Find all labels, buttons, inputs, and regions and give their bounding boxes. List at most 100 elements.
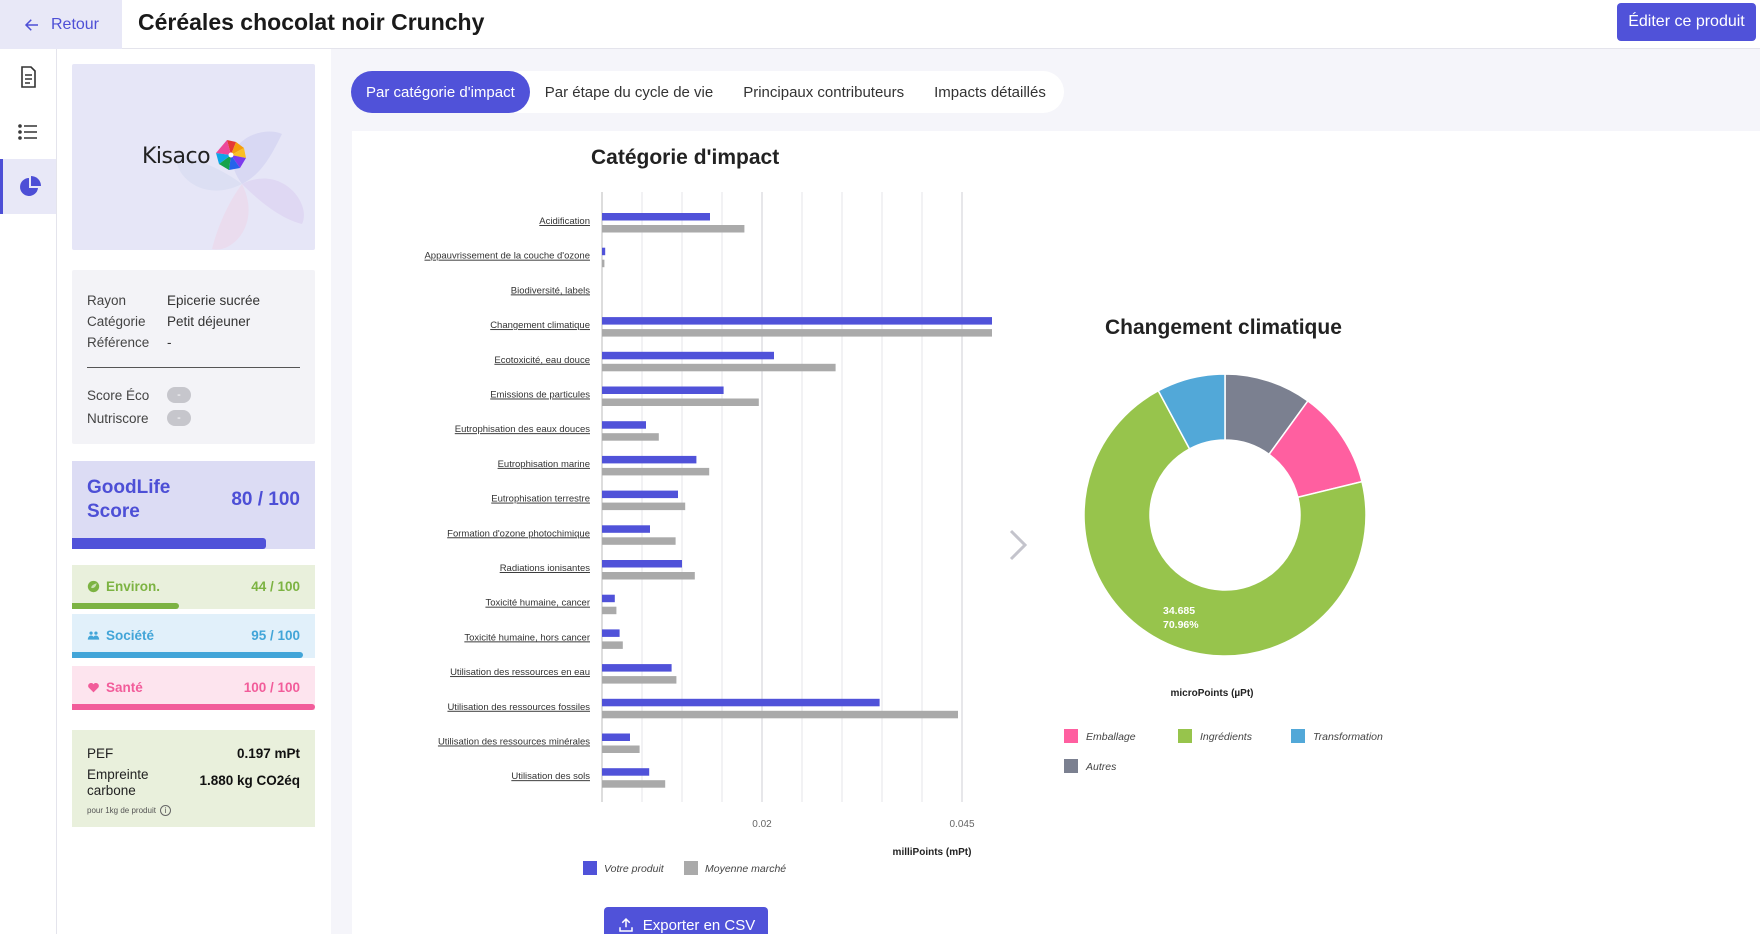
goodlife-score: 80 / 100 xyxy=(231,489,300,510)
legend-swatch xyxy=(1178,729,1192,743)
chevron-right-icon[interactable] xyxy=(1007,528,1029,562)
nav-document[interactable] xyxy=(0,49,56,104)
pie-chart-icon xyxy=(19,175,41,196)
bar-product xyxy=(602,455,697,464)
bar-market xyxy=(602,259,605,268)
category-label[interactable]: Eutrophisation des eaux douces xyxy=(455,424,590,435)
info-categorie: Catégorie Petit déjeuner xyxy=(87,314,251,329)
bar-market xyxy=(602,676,677,684)
page-title: Céréales chocolat noir Crunchy xyxy=(138,9,485,35)
export-csv-button[interactable]: Exporter en CSV xyxy=(604,907,768,934)
bar-market xyxy=(602,363,836,372)
category-label[interactable]: Utilisation des ressources minérales xyxy=(438,737,590,748)
bar-market xyxy=(602,537,676,545)
bar-market xyxy=(602,398,759,406)
bar-market xyxy=(602,745,640,753)
slice-value-label: 34.685 xyxy=(1163,605,1195,617)
icon-sidebar xyxy=(0,49,57,934)
category-label[interactable]: Ecotoxicité, eau douce xyxy=(494,355,590,366)
category-label[interactable]: Toxicité humaine, hors cancer xyxy=(464,632,590,643)
category-label[interactable]: Biodiversité, labels xyxy=(511,285,590,296)
view-tabs: Par catégorie d'impact Par étape du cycl… xyxy=(351,71,1064,113)
category-label[interactable]: Utilisation des ressources fossiles xyxy=(447,702,590,713)
nav-charts[interactable] xyxy=(0,159,56,214)
legend-swatch xyxy=(1064,759,1078,773)
bar-market xyxy=(602,225,745,233)
society-progress-bar xyxy=(72,652,303,658)
bar-product xyxy=(602,768,650,776)
category-label[interactable]: Eutrophisation terrestre xyxy=(491,494,590,505)
tab-impact-category[interactable]: Par catégorie d'impact xyxy=(351,71,530,113)
top-bar: Retour Céréales chocolat noir Crunchy Éd… xyxy=(0,0,1760,49)
bar-market xyxy=(602,433,659,441)
tab-life-cycle[interactable]: Par étape du cycle de vie xyxy=(530,71,728,113)
category-label[interactable]: Emissions de particules xyxy=(490,390,590,401)
legend-label: Ingrédients xyxy=(1200,731,1253,743)
score-eco-badge: - xyxy=(167,387,191,403)
society-label: Société xyxy=(106,628,155,643)
info-rayon: Rayon Epicerie sucrée xyxy=(87,293,261,308)
bar-market xyxy=(602,467,710,476)
x-axis-label: microPoints (µPt) xyxy=(1171,688,1254,699)
people-icon xyxy=(87,631,100,640)
category-label[interactable]: Acidification xyxy=(539,216,590,227)
arrow-left-icon xyxy=(24,18,38,31)
pie-chart-title: Changement climatique xyxy=(1105,316,1342,339)
tab-detailed-impacts[interactable]: Impacts détaillés xyxy=(919,71,1061,113)
leaf-icon xyxy=(87,580,100,593)
slice-percent-label: 70.96% xyxy=(1163,619,1199,631)
health-label: Santé xyxy=(106,680,143,695)
bar-market xyxy=(602,780,666,788)
category-label[interactable]: Utilisation des sols xyxy=(511,771,590,782)
health-score-card: Santé 100 / 100 xyxy=(72,666,315,710)
bar-market xyxy=(602,710,958,719)
category-label[interactable]: Formation d'ozone photochimique xyxy=(447,528,590,539)
environment-label: Environ. xyxy=(106,579,161,594)
bar-product xyxy=(602,386,724,394)
bar-product xyxy=(602,698,880,707)
edit-product-button[interactable]: Éditer ce produit xyxy=(1617,3,1756,41)
society-score: 95 / 100 xyxy=(251,628,300,643)
x-tick-label: 0.045 xyxy=(949,819,974,830)
legend-label: Moyenne marché xyxy=(705,863,786,875)
category-label[interactable]: Changement climatique xyxy=(490,320,590,331)
bar-chart-title: Catégorie d'impact xyxy=(591,146,780,169)
product-image: Kisaco xyxy=(72,64,315,250)
goodlife-score-card: GoodLife Score 80 / 100 xyxy=(72,461,315,549)
category-label[interactable]: Toxicité humaine, cancer xyxy=(485,598,590,609)
document-icon xyxy=(21,65,36,88)
nutriscore-badge: - xyxy=(167,410,191,426)
society-score-card: Société 95 / 100 xyxy=(72,614,315,658)
bar-product xyxy=(602,247,606,256)
bar-product xyxy=(602,594,615,603)
category-label[interactable]: Eutrophisation marine xyxy=(498,459,590,470)
bar-market xyxy=(602,572,695,580)
pef-note: pour 1kg de produit i xyxy=(87,805,171,816)
pef-row: PEF 0.197 mPt xyxy=(87,746,300,761)
bar-product xyxy=(602,351,774,360)
legend-swatch xyxy=(684,861,698,875)
brand-logo-text: Kisaco xyxy=(142,144,211,169)
back-label: Retour xyxy=(50,15,100,33)
legend-label: Autres xyxy=(1085,761,1117,773)
bar-product xyxy=(602,560,682,568)
health-progress-bar xyxy=(72,704,315,710)
legend-swatch xyxy=(1291,729,1305,743)
pef-card: PEF 0.197 mPt Empreinte carbone 1.880 kg… xyxy=(72,730,315,827)
back-button[interactable]: Retour xyxy=(0,0,122,49)
category-label[interactable]: Utilisation des ressources en eau xyxy=(450,667,590,678)
category-label[interactable]: Radiations ionisantes xyxy=(500,563,591,574)
nav-list[interactable] xyxy=(0,104,56,159)
legend-label: Votre produit xyxy=(604,863,665,875)
health-score: 100 / 100 xyxy=(243,680,300,695)
bar-product xyxy=(602,490,678,499)
environment-score-card: Environ. 44 / 100 xyxy=(72,565,315,609)
info-icon[interactable]: i xyxy=(159,805,171,816)
legend-label: Emballage xyxy=(1086,731,1136,743)
category-label[interactable]: Appauvrissement de la couche d'ozone xyxy=(424,251,590,262)
score-eco: Score Éco - xyxy=(87,387,191,403)
x-tick-label: 0.02 xyxy=(752,819,772,830)
legend-label: Transformation xyxy=(1313,731,1383,743)
tab-main-contributors[interactable]: Principaux contributeurs xyxy=(728,71,919,113)
brand-flower-icon xyxy=(216,140,246,170)
